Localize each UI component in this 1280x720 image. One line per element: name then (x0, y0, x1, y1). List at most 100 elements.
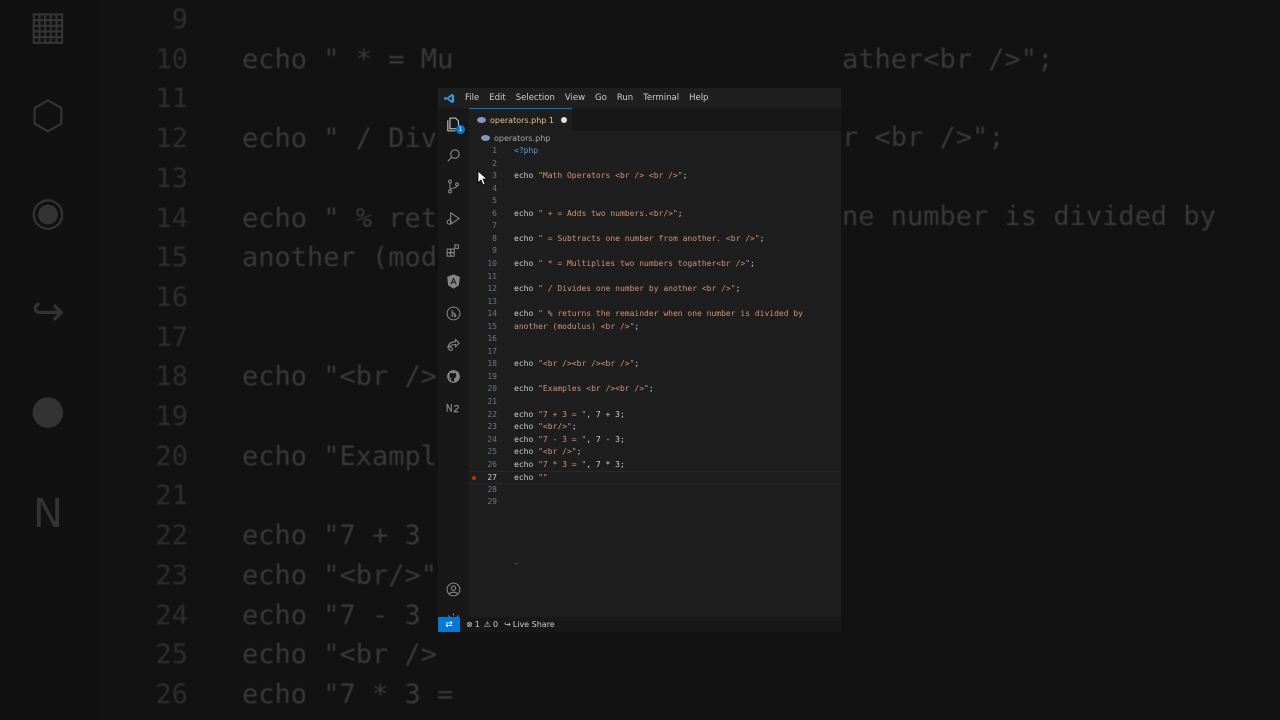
line-number: 25 (487, 447, 497, 457)
background-line-text: echo " * = Mu (242, 43, 454, 75)
code-token: echo (514, 473, 539, 483)
background-code-line: 25 echo "<br /> (0, 635, 437, 675)
code-line[interactable]: 14 echo " % returns the remainder when on… (469, 308, 841, 321)
code-line[interactable]: 28 (469, 484, 841, 497)
code-line[interactable]: 9 (469, 245, 841, 258)
live-share-label: Live Share (512, 620, 555, 629)
explorer-badge: 1 (456, 125, 465, 134)
code-line[interactable]: 7 (469, 220, 841, 233)
code-token: , 7 * 3; (586, 459, 625, 469)
code-line[interactable]: 21 (469, 396, 841, 409)
code-line[interactable]: 6 echo " + = Adds two numbers.<br/>"; (469, 208, 841, 221)
mouse-cursor-icon (477, 170, 487, 186)
menu-selection[interactable]: Selection (511, 88, 560, 108)
code-token: echo (514, 459, 539, 469)
background-line-text: echo " / Div (242, 123, 438, 155)
code-token: echo (514, 409, 539, 419)
code-editor[interactable]: 1 <?php 2 3 echo "Math Operators <br /> <br … (469, 145, 841, 617)
code-line[interactable]: 3 echo "Math Operators <br /> <br />"; (469, 170, 841, 183)
angular-icon[interactable] (444, 272, 463, 291)
code-token: echo (514, 171, 539, 181)
tab-operators-php[interactable]: operators.php 1 (469, 108, 572, 131)
code-token: "<br/>" (538, 422, 572, 432)
code-line[interactable]: 29 (469, 496, 841, 509)
line-number: 10 (487, 258, 497, 268)
code-line[interactable]: 23 echo "<br/>"; (469, 421, 841, 434)
menu-help[interactable]: Help (684, 88, 713, 108)
unsaved-dot-icon[interactable] (560, 117, 567, 123)
code-line[interactable]: 17 (469, 346, 841, 359)
remote-indicator-icon[interactable]: ⇄ (438, 617, 460, 632)
background-line-number: 23 (155, 559, 188, 591)
background-code-line: 26 echo "7 * 3 = (0, 675, 453, 715)
code-line[interactable]: 27 echo "" (469, 471, 841, 484)
code-line[interactable]: 24 echo "7 - 3 = ", 7 - 3; (469, 434, 841, 447)
code-token: "<br />" (538, 447, 577, 457)
code-line[interactable]: 10 echo " * = Multiplies two numbers toga… (469, 258, 841, 271)
code-token: echo (514, 233, 539, 243)
code-line[interactable]: 2 (469, 158, 841, 171)
tab-label: operators.php 1 (490, 115, 554, 125)
code-line[interactable]: 8 echo " = Subtracts one number from anot… (469, 233, 841, 246)
code-line[interactable]: 4 (469, 183, 841, 196)
line-number: 14 (487, 309, 497, 319)
menu-terminal[interactable]: Terminal (638, 88, 684, 108)
live-share-icon[interactable] (444, 335, 463, 354)
code-line[interactable]: 5 (469, 195, 841, 208)
code-line[interactable]: 15 another (modulus) <br />"; (469, 321, 841, 334)
run-debug-icon[interactable] (444, 209, 463, 228)
code-token: ; (759, 233, 765, 243)
code-token: echo (514, 384, 539, 394)
background-line-text: echo "<br/>" (242, 559, 438, 591)
menu-view[interactable]: View (560, 88, 590, 108)
extensions-icon[interactable] (444, 241, 463, 260)
background-line-number: 25 (155, 639, 188, 671)
line-code: echo "7 * 3 = ", 7 * 3; (514, 459, 625, 472)
search-icon[interactable] (444, 146, 463, 165)
code-line[interactable]: 13 (469, 296, 841, 309)
explorer-icon[interactable]: 1 (444, 115, 465, 134)
background-angular-icon: ⬡ (30, 93, 66, 139)
line-code: echo " / Divides one number by another <… (514, 283, 740, 296)
git-graph-icon[interactable] (444, 304, 463, 323)
breadcrumb-file[interactable]: operators.php (494, 134, 550, 143)
line-number: 2 (492, 158, 497, 168)
line-number: 22 (487, 409, 497, 419)
source-control-icon[interactable] (444, 177, 463, 196)
menu-go[interactable]: Go (590, 88, 612, 108)
code-line[interactable]: 20 echo "Examples <br /><br />"; (469, 383, 841, 396)
code-token: "7 + 3 = " (538, 409, 587, 419)
background-code-line: 24 echo "7 - 3 = (0, 596, 453, 636)
code-line[interactable]: 19 (469, 371, 841, 384)
code-token: ; (571, 422, 577, 432)
accounts-icon[interactable] (444, 580, 463, 599)
github-icon[interactable] (444, 367, 463, 386)
line-number: 15 (487, 321, 497, 331)
code-line[interactable]: 18 echo "<br /><br /><br />"; (469, 358, 841, 371)
code-token: ; (576, 447, 582, 457)
menu-edit[interactable]: Edit (484, 88, 510, 108)
code-token: , 7 + 3; (586, 409, 625, 419)
code-line[interactable]: 1 <?php (469, 145, 841, 158)
menu-run[interactable]: Run (612, 88, 638, 108)
tab-bar: operators.php 1 (469, 108, 841, 131)
live-share-status[interactable]: ↪ Live Share (504, 620, 555, 629)
problems-status[interactable]: ⊗ 1 ⚠ 0 (466, 620, 498, 629)
code-line[interactable]: 26 echo "7 * 3 = ", 7 * 3; (469, 459, 841, 472)
code-line[interactable]: 12 echo " / Divides one number by another… (469, 283, 841, 296)
background-code-line: 20 echo "Example (0, 437, 453, 477)
breadcrumb: operators.php (469, 131, 841, 145)
live-share-status-icon: ↪ (504, 620, 511, 629)
code-token: another (modulus) <br />" (514, 321, 635, 331)
code-token: ; (677, 208, 683, 218)
menu-file[interactable]: File (460, 88, 484, 108)
code-line[interactable]: 22 echo "7 + 3 = ", 7 + 3; (469, 409, 841, 422)
line-code: echo " = Subtracts one number from anoth… (514, 233, 764, 246)
code-line[interactable]: 11 (469, 271, 841, 284)
code-line[interactable]: 25 echo "<br />"; (469, 446, 841, 459)
code-line[interactable]: 16 (469, 333, 841, 346)
php-file-icon (477, 117, 486, 123)
line-number: 5 (492, 196, 497, 206)
nx-icon[interactable] (444, 398, 463, 417)
code-token: "7 - 3 = " (538, 434, 587, 444)
